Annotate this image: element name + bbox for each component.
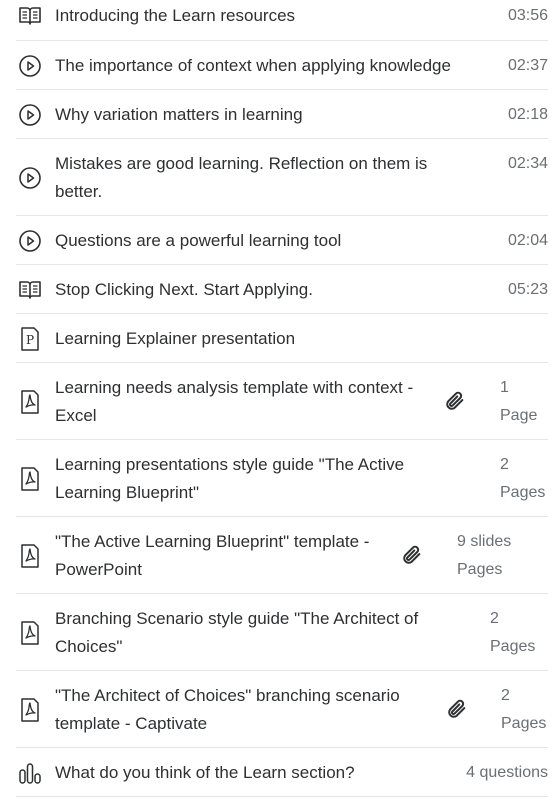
list-item[interactable]: Introducing the Learn resources 03:56 [16, 0, 548, 41]
list-item[interactable]: Branching Scenario style guide "The Arch… [16, 594, 548, 671]
item-title: Introducing the Learn resources [55, 6, 296, 25]
item-title: Questions are a powerful learning tool [55, 231, 342, 250]
play-circle-icon [18, 54, 42, 78]
item-page-count: 2 [500, 456, 509, 473]
item-duration: 02:18 [507, 106, 548, 123]
presentation-p-icon: P [18, 327, 42, 351]
pdf-icon [18, 467, 42, 491]
paperclip-icon[interactable] [401, 544, 423, 566]
list-item[interactable]: Learning needs analysis template with co… [16, 363, 548, 440]
item-title-line-1: "The Active Learning Blueprint" template… [55, 532, 370, 551]
item-duration: 05:23 [507, 281, 548, 298]
item-page-unit: Pages [501, 715, 547, 732]
item-duration: 03:56 [507, 7, 548, 24]
item-page-count: 2 [501, 687, 510, 704]
item-title: Stop Clicking Next. Start Applying. [55, 280, 313, 299]
list-item[interactable]: Why variation matters in learning 02:18 [16, 90, 548, 139]
list-item[interactable]: Mistakes are good learning. Reflection o… [16, 139, 548, 216]
list-item[interactable]: Learning presentations style guide "The … [16, 440, 548, 517]
list-item[interactable]: Questions are a powerful learning tool 0… [16, 216, 548, 265]
item-title: Learning Explainer presentation [55, 329, 296, 348]
list-item[interactable]: Stop Clicking Next. Start Applying. 05:2… [16, 265, 548, 314]
item-title-line-1: Branching Scenario style guide "The Arch… [55, 609, 419, 628]
play-circle-icon [18, 229, 42, 253]
list-item[interactable]: What do you think of the Learn section? … [16, 748, 548, 797]
item-title-line-1: Learning presentations style guide "The … [55, 455, 405, 474]
play-circle-icon [18, 166, 42, 190]
item-title-line-2: Learning Blueprint" [55, 483, 200, 502]
item-question-count: 4 questions [466, 764, 548, 781]
item-title: The importance of context when applying … [55, 56, 451, 75]
item-page-count: 1 [500, 379, 509, 396]
item-title-line-2: Excel [55, 406, 97, 425]
item-title-line-1: Learning needs analysis template with co… [55, 378, 414, 397]
pdf-icon [18, 544, 42, 568]
item-page-unit: Page [500, 407, 538, 424]
item-page-unit: Pages [500, 484, 546, 501]
item-slide-count: 9 slides [457, 533, 512, 550]
item-page-unit: Pages [490, 638, 536, 655]
pdf-icon [18, 390, 42, 414]
book-icon [18, 278, 42, 302]
item-title-line-2: better. [55, 182, 103, 201]
item-page-unit: Pages [457, 561, 503, 578]
list-item[interactable]: P Learning Explainer presentation [16, 314, 548, 363]
list-item[interactable]: "The Architect of Choices" branching sce… [16, 671, 548, 748]
item-title-line-1: Mistakes are good learning. Reflection o… [55, 154, 428, 173]
pdf-icon [18, 621, 42, 645]
item-title-line-1: "The Architect of Choices" branching sce… [55, 686, 400, 705]
list-item[interactable]: "The Active Learning Blueprint" template… [16, 517, 548, 594]
book-icon [18, 4, 42, 28]
item-title-line-2: Choices" [55, 637, 123, 656]
item-title-line-2: PowerPoint [55, 560, 142, 579]
bar-chart-icon [18, 761, 42, 785]
item-duration: 02:04 [507, 232, 548, 249]
curriculum-list: Introducing the Learn resources 03:56 Th… [16, 0, 548, 797]
pdf-icon [18, 698, 42, 722]
item-title-line-2: template - Captivate [55, 714, 208, 733]
play-circle-icon [18, 103, 42, 127]
item-duration: 02:37 [507, 57, 548, 74]
item-title: What do you think of the Learn section? [55, 763, 355, 782]
item-title: Why variation matters in learning [55, 105, 303, 124]
item-duration: 02:34 [507, 155, 548, 172]
svg-text:P: P [26, 333, 34, 347]
list-item[interactable]: The importance of context when applying … [16, 41, 548, 90]
item-page-count: 2 [490, 610, 499, 627]
paperclip-icon[interactable] [446, 698, 468, 720]
paperclip-icon[interactable] [444, 390, 466, 412]
